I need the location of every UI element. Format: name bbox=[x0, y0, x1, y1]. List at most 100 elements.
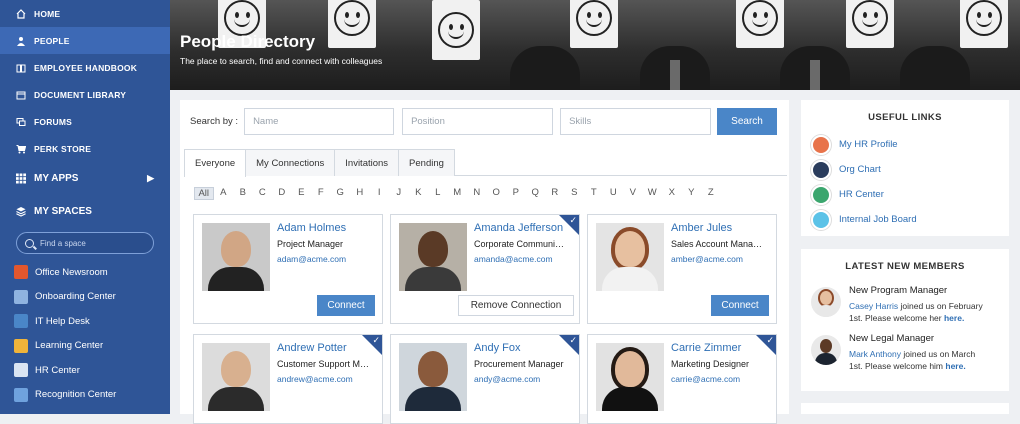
here-link[interactable]: here. bbox=[945, 361, 965, 371]
letter-filter[interactable]: Z bbox=[701, 187, 721, 200]
nav-my-spaces[interactable]: MY SPACES bbox=[0, 195, 170, 228]
nav-my-apps-label: MY APPS bbox=[34, 173, 79, 184]
connect-button[interactable]: Connect bbox=[711, 295, 769, 316]
tab-everyone[interactable]: Everyone bbox=[184, 149, 247, 177]
chevron-right-icon: ▶ bbox=[147, 173, 154, 183]
letter-filter[interactable]: Y bbox=[682, 187, 702, 200]
letter-filter[interactable]: X bbox=[662, 187, 682, 200]
layers-icon bbox=[16, 206, 26, 217]
space-item-label: Learning Center bbox=[35, 340, 104, 352]
person-name[interactable]: Andy Fox bbox=[474, 342, 520, 354]
letter-filter[interactable]: P bbox=[506, 187, 526, 200]
space-item-learning-center[interactable]: Learning Center bbox=[0, 334, 170, 359]
letter-filter[interactable]: G bbox=[331, 187, 351, 200]
letter-filter[interactable]: B bbox=[233, 187, 253, 200]
here-link[interactable]: here. bbox=[944, 313, 964, 323]
search-button[interactable]: Search bbox=[717, 108, 777, 135]
letter-filter[interactable]: M bbox=[448, 187, 468, 200]
name-search-field[interactable]: Name bbox=[244, 108, 395, 135]
check-icon: ✓ bbox=[569, 335, 577, 345]
check-icon: ✓ bbox=[372, 335, 380, 345]
nav-home[interactable]: HOME bbox=[0, 0, 170, 27]
person-name[interactable]: Amber Jules bbox=[671, 222, 732, 234]
link-label: Org Chart bbox=[839, 164, 881, 175]
person-card: Amber Jules Sales Account Mana… amber@ac… bbox=[587, 214, 777, 324]
profile-photo bbox=[202, 223, 270, 291]
person-silhouette bbox=[510, 46, 580, 90]
letter-filter[interactable]: O bbox=[487, 187, 507, 200]
letter-filter[interactable]: V bbox=[623, 187, 643, 200]
directory-tabs: Everyone My Connections Invitations Pend… bbox=[184, 149, 787, 177]
person-email[interactable]: adam@acme.com bbox=[277, 254, 346, 264]
letter-filter[interactable]: F bbox=[311, 187, 331, 200]
connect-button[interactable]: Connect bbox=[317, 295, 375, 316]
letter-filter-all[interactable]: All bbox=[194, 187, 214, 200]
person-name[interactable]: Andrew Potter bbox=[277, 342, 347, 354]
letter-filter[interactable]: I bbox=[370, 187, 390, 200]
search-label: Search by : bbox=[190, 116, 239, 127]
space-item-recognition-center[interactable]: Recognition Center bbox=[0, 383, 170, 408]
nav-employee-handbook[interactable]: EMPLOYEE HANDBOOK bbox=[0, 54, 170, 81]
tab-pending[interactable]: Pending bbox=[398, 149, 455, 176]
avatar bbox=[811, 287, 841, 317]
person-email[interactable]: carrie@acme.com bbox=[671, 374, 740, 384]
skills-search-field[interactable]: Skills bbox=[560, 108, 712, 135]
space-item-hr-center[interactable]: HR Center bbox=[0, 358, 170, 383]
nav-perk-store[interactable]: PERK STORE bbox=[0, 135, 170, 162]
nav-people[interactable]: PEOPLE bbox=[0, 27, 170, 54]
latest-members-panel: LATEST NEW MEMBERS New Program Manager C… bbox=[801, 249, 1009, 391]
letter-filter[interactable]: T bbox=[584, 187, 604, 200]
letter-filter[interactable]: C bbox=[253, 187, 273, 200]
member-name-link[interactable]: Mark Anthony bbox=[849, 349, 901, 359]
person-email[interactable]: andrew@acme.com bbox=[277, 374, 353, 384]
tab-my-connections[interactable]: My Connections bbox=[245, 149, 336, 176]
letter-filter[interactable]: W bbox=[643, 187, 663, 200]
space-item-it-help-desk[interactable]: IT Help Desk bbox=[0, 309, 170, 334]
nav-my-apps[interactable]: MY APPS ▶ bbox=[0, 162, 170, 195]
space-item-office-newsroom[interactable]: Office Newsroom bbox=[0, 260, 170, 285]
letter-filter[interactable]: U bbox=[604, 187, 624, 200]
nav-document-library[interactable]: DOCUMENT LIBRARY bbox=[0, 81, 170, 108]
letter-filter[interactable]: Q bbox=[526, 187, 546, 200]
letter-filter[interactable]: D bbox=[272, 187, 292, 200]
useful-links-title: USEFUL LINKS bbox=[868, 112, 942, 123]
nav-people-label: PEOPLE bbox=[34, 35, 70, 46]
letter-filter[interactable]: J bbox=[389, 187, 409, 200]
letter-filter[interactable]: H bbox=[350, 187, 370, 200]
link-label: Internal Job Board bbox=[839, 214, 917, 225]
newsroom-icon bbox=[14, 265, 28, 280]
letter-filter[interactable]: L bbox=[428, 187, 448, 200]
person-title: Procurement Manager bbox=[474, 359, 564, 369]
nav-forums[interactable]: FORUMS bbox=[0, 108, 170, 135]
nav-home-label: HOME bbox=[34, 8, 61, 19]
person-email[interactable]: andy@acme.com bbox=[474, 374, 540, 384]
position-search-field[interactable]: Position bbox=[402, 108, 554, 135]
help-desk-icon bbox=[14, 314, 28, 329]
person-title: Marketing Designer bbox=[671, 359, 750, 369]
letter-filter[interactable]: K bbox=[409, 187, 429, 200]
letter-filter[interactable]: R bbox=[545, 187, 565, 200]
person-email[interactable]: amber@acme.com bbox=[671, 254, 743, 264]
person-name[interactable]: Carrie Zimmer bbox=[671, 342, 741, 354]
member-name-link[interactable]: Casey Harris bbox=[849, 301, 898, 311]
space-item-label: Office Newsroom bbox=[35, 266, 108, 278]
next-panel bbox=[801, 403, 1009, 414]
letter-filter[interactable]: N bbox=[467, 187, 487, 200]
link-org-chart[interactable]: Org Chart bbox=[801, 157, 1009, 182]
link-my-hr-profile[interactable]: My HR Profile bbox=[801, 132, 1009, 157]
person-name[interactable]: Adam Holmes bbox=[277, 222, 346, 234]
smiley-sign bbox=[432, 0, 480, 60]
nav-document-library-label: DOCUMENT LIBRARY bbox=[34, 89, 127, 100]
tab-invitations[interactable]: Invitations bbox=[334, 149, 400, 176]
letter-filter[interactable]: A bbox=[214, 187, 234, 200]
person-card: ✓ Carrie Zimmer Marketing Designer carri… bbox=[587, 334, 777, 424]
person-email[interactable]: amanda@acme.com bbox=[474, 254, 553, 264]
letter-filter[interactable]: E bbox=[292, 187, 312, 200]
letter-filter[interactable]: S bbox=[565, 187, 585, 200]
person-name[interactable]: Amanda Jefferson bbox=[474, 222, 563, 234]
remove-connection-button[interactable]: Remove Connection bbox=[458, 295, 574, 316]
link-hr-center[interactable]: HR Center bbox=[801, 182, 1009, 207]
link-internal-job-board[interactable]: Internal Job Board bbox=[801, 207, 1009, 232]
space-search-input[interactable]: Find a space bbox=[16, 232, 154, 254]
space-item-onboarding-center[interactable]: Onboarding Center bbox=[0, 285, 170, 310]
